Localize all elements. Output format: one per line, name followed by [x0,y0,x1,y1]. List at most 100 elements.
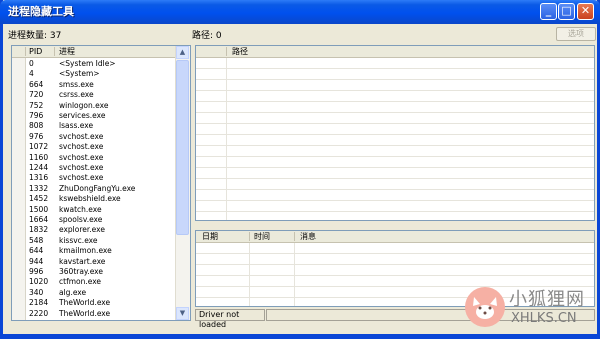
column-header-time[interactable]: 时间 [254,231,270,242]
maximize-button[interactable]: □ [558,3,575,20]
column-header-pid[interactable]: PID [29,46,42,57]
process-name: alg.exe [59,287,87,297]
process-count-label: 进程数量: 37 [8,31,62,41]
process-row[interactable]: 1332 ZhuDongFangYu.exe [12,184,177,194]
process-pid: 996 [29,267,44,276]
process-row[interactable]: 340 alg.exe [12,288,177,298]
process-row[interactable]: 664 smss.exe [12,80,177,90]
process-name: csrss.exe [59,90,94,100]
process-row[interactable]: 2184 TheWorld.exe [12,298,177,308]
column-header-message[interactable]: 消息 [300,231,316,242]
app-window: 进程隐藏工具 _ □ ✕ 进程数量: 37 路径: 0 选项 PID 进程 0 <… [0,0,600,339]
process-pid: 808 [29,121,44,131]
process-pid: 2184 [29,298,49,308]
process-name: explorer.exe [59,225,105,235]
options-button[interactable]: 选项 [556,27,596,41]
driver-status: Driver not loaded [195,309,265,329]
path-count-label: 路径: 0 [192,31,222,41]
scroll-up-arrow-icon[interactable]: ▲ [176,46,189,59]
process-row[interactable]: 752 winlogon.exe [12,101,177,111]
process-pid: 976 [29,131,44,141]
process-name: svchost.exe [59,152,104,162]
path-list-grid [196,58,594,220]
process-row[interactable]: 2220 TheWorld.exe [12,309,177,319]
column-header-path[interactable]: 路径 [232,46,248,57]
process-pid: 796 [29,111,44,120]
process-pid: 752 [29,100,44,110]
process-row[interactable]: 0 <System Idle> [12,59,177,69]
process-name: ctfmon.exe [59,277,102,287]
process-row[interactable]: 1452 kswebshield.exe [12,194,177,204]
watermark-text-cn: 小狐狸网 [509,289,585,310]
process-row[interactable]: 1316 svchost.exe [12,173,177,183]
process-pid: 1020 [29,277,49,287]
process-pid: 1160 [29,152,49,162]
process-row[interactable]: 796 services.exe [12,111,177,121]
process-name: lsass.exe [59,121,94,131]
process-name: svchost.exe [59,131,104,141]
process-list-header: PID 进程 [12,46,177,58]
process-name: svchost.exe [59,142,104,152]
scroll-down-arrow-icon[interactable]: ▼ [176,307,189,320]
process-name: ZhuDongFangYu.exe [59,183,136,193]
process-list-scrollbar[interactable]: ▲ ▼ [175,46,190,320]
process-pid: 1244 [29,163,49,172]
process-pid: 0 [29,59,34,68]
process-name: kmailmon.exe [59,246,112,256]
process-row[interactable]: 944 kavstart.exe [12,257,177,267]
process-row[interactable]: 808 lsass.exe [12,121,177,131]
process-name: kswebshield.exe [59,194,121,204]
process-row[interactable]: 644 kmailmon.exe [12,246,177,256]
process-name: kwatch.exe [59,204,102,214]
process-pid: 1332 [29,183,49,193]
process-row[interactable]: 976 svchost.exe [12,132,177,142]
process-list[interactable]: PID 进程 0 <System Idle> 4 <System> 664 smss.ex… [11,45,191,321]
fox-logo-icon [465,287,505,327]
process-name: <System> [59,69,100,79]
process-row[interactable]: 1664 spoolsv.exe [12,215,177,225]
process-name: <System Idle> [59,59,116,68]
minimize-button[interactable]: _ [540,3,557,20]
watermark: 小狐狸网 XHLKS.CN [465,285,595,333]
path-list-header: 路径 [196,46,594,58]
process-name: svchost.exe [59,163,104,172]
process-name: 360tray.exe [59,267,103,276]
window-title: 进程隐藏工具 [8,5,74,18]
watermark-text-en: XHLKS.CN [511,311,577,326]
log-list-header: 日期 时间 消息 [196,231,594,243]
process-pid: 548 [29,235,44,245]
scroll-thumb[interactable] [176,60,189,235]
close-button[interactable]: ✕ [577,3,594,20]
process-pid: 664 [29,79,44,89]
process-pid: 1316 [29,173,49,183]
process-pid: 1664 [29,215,49,224]
column-header-date[interactable]: 日期 [202,231,218,242]
process-name: kavstart.exe [59,256,106,266]
process-pid: 644 [29,246,44,256]
process-row[interactable]: 1244 svchost.exe [12,163,177,173]
process-name: svchost.exe [59,173,104,183]
process-row[interactable]: 1020 ctfmon.exe [12,277,177,287]
path-list[interactable]: 路径 [195,45,595,221]
process-row[interactable]: 548 kissvc.exe [12,236,177,246]
process-pid: 340 [29,287,44,297]
process-row[interactable]: 1160 svchost.exe [12,153,177,163]
process-name: services.exe [59,111,106,120]
process-name: TheWorld.exe [59,308,111,318]
process-row[interactable]: 720 csrss.exe [12,90,177,100]
process-pid: 720 [29,90,44,100]
process-row[interactable]: 1072 svchost.exe [12,142,177,152]
process-name: TheWorld.exe [59,298,111,308]
process-pid: 1832 [29,225,49,235]
process-pid: 1500 [29,204,49,214]
column-header-process[interactable]: 进程 [59,46,75,57]
process-row[interactable]: 996 360tray.exe [12,267,177,277]
process-pid: 1452 [29,194,49,204]
process-row[interactable]: 1832 explorer.exe [12,225,177,235]
process-row[interactable]: 4 <System> [12,69,177,79]
process-row[interactable]: 1500 kwatch.exe [12,205,177,215]
process-name: spoolsv.exe [59,215,103,224]
process-name: smss.exe [59,79,94,89]
process-pid: 4 [29,69,34,79]
title-bar[interactable]: 进程隐藏工具 _ □ ✕ [0,0,600,24]
